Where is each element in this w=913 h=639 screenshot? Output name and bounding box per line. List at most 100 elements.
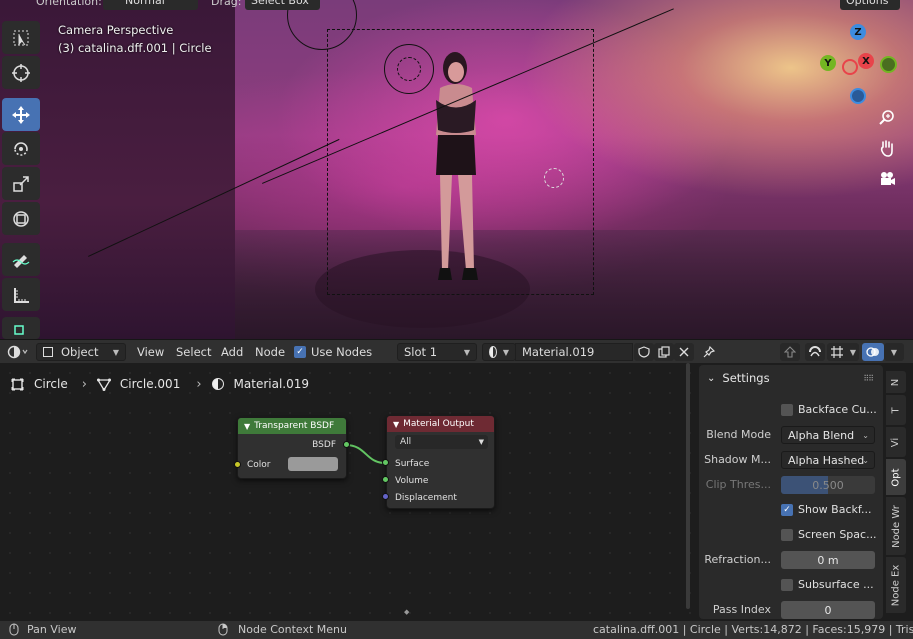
bsdf-output-label: BSDF [312,440,336,450]
chevron-down-icon: ▼ [463,347,470,357]
node-editor-icon [7,345,28,359]
subsurface-translucency-row[interactable]: Subsurface ... [781,578,874,591]
transform-tool[interactable] [2,202,40,235]
color-input-socket[interactable] [234,461,241,468]
shield-icon [638,346,650,358]
pan-view-button[interactable] [875,136,899,160]
color-input-label: Color [247,460,271,470]
shader-type-label: Object [61,345,99,359]
measure-tool[interactable] [2,278,40,311]
surface-input-socket[interactable] [382,459,389,466]
breadcrumb-object: Circle [11,377,68,391]
material-output-node[interactable]: ▼ Material Output All ▼ Surface Volume D… [386,415,495,509]
camera-view-button[interactable] [875,167,899,191]
node-canvas[interactable]: Circle › Circle.001 › Material.019 ▼ Tra… [0,363,697,621]
chevron-down-icon: ▼ [890,347,898,357]
menu-view[interactable]: View [137,343,164,361]
show-backface-row[interactable]: ✓ Show Backf... [781,503,871,516]
tab-n[interactable]: N [886,371,906,393]
scroll-down-indicator: ◆ [404,608,410,616]
measure-icon [14,287,29,303]
backface-culling-row[interactable]: Backface Cu... [781,403,877,416]
menu-select[interactable]: Select [176,343,211,361]
blend-mode-dropdown[interactable]: Alpha Blend ⌄ [781,426,875,444]
transform-icon [13,210,29,227]
clip-threshold-slider[interactable]: 0.500 [781,476,875,494]
snap-toggle-button[interactable] [805,343,825,361]
bsdf-output-socket[interactable] [343,441,350,448]
tab-node-export[interactable]: Node Ex [886,557,906,613]
cursor-tool[interactable] [2,56,40,89]
screen-space-refraction-row[interactable]: Screen Spac... [781,528,877,541]
material-browse-button[interactable]: ▼ [482,343,516,361]
gizmo-neg-z[interactable] [850,88,866,104]
gizmo-z-axis[interactable]: Z [850,24,866,40]
status-bar: Pan View Node Context Menu catalina.dff.… [0,621,913,639]
menu-add[interactable]: Add [221,343,243,361]
overlays-button[interactable] [862,343,884,361]
scale-tool[interactable] [2,167,40,200]
unlink-material-button[interactable] [674,343,694,361]
use-nodes-checkbox[interactable]: ✓ [294,346,306,358]
snap-element-dropdown[interactable]: ▼ [827,343,859,361]
chevron-down-icon: ⌄ [862,455,869,465]
editor-type-button[interactable] [4,343,32,361]
slot-dropdown[interactable]: Slot 1 ▼ [397,343,477,361]
options-dropdown[interactable]: Options [840,0,900,10]
material-output-node-header[interactable]: ▼ Material Output [387,416,494,432]
blend-mode-value: Alpha Blend [788,428,855,442]
show-backface-checkbox[interactable]: ✓ [781,503,793,516]
shadow-mode-dropdown[interactable]: Alpha Hashed ⌄ [781,451,875,469]
shader-type-dropdown[interactable]: Object ▼ [36,343,126,361]
gizmo-x-axis[interactable]: X [858,53,874,69]
screen-space-refraction-checkbox[interactable] [781,528,793,541]
pin-button[interactable] [699,343,719,361]
parent-node-tree-button[interactable] [780,343,800,361]
blend-mode-label: Blend Mode [706,428,771,441]
add-cube-tool[interactable] [2,317,40,339]
material-name-field[interactable]: Material.019 [515,343,633,361]
drag-dropdown[interactable]: Select Box [245,0,320,10]
output-target-dropdown[interactable]: All ▼ [395,435,488,449]
gizmo-neg-x[interactable] [842,59,858,75]
move-tool[interactable] [2,98,40,131]
3d-cursor[interactable] [544,168,564,188]
rotate-tool[interactable] [2,132,40,165]
node-link[interactable] [0,363,697,621]
collapse-arrow-icon[interactable]: ▼ [393,420,399,429]
material-sphere-icon [211,378,224,390]
annotate-tool[interactable] [2,243,40,276]
duplicate-material-button[interactable] [654,343,674,361]
fake-user-button[interactable] [634,343,654,361]
drag-handle-icon[interactable]: ⠿⠿ [863,374,874,383]
subsurface-translucency-checkbox[interactable] [781,578,793,591]
select-box-tool[interactable] [2,21,40,54]
tab-options-label: Opt [890,467,902,487]
gizmo-y-axis[interactable]: Y [820,55,836,71]
transparent-bsdf-node[interactable]: ▼ Transparent BSDF BSDF Color [237,417,347,479]
tab-t[interactable]: T [886,395,906,425]
pin-icon [703,346,715,358]
settings-panel-header[interactable]: ⌄ Settings ⠿⠿ [699,365,883,391]
collapse-arrow-icon[interactable]: ▼ [244,422,250,431]
zoom-view-button[interactable] [875,106,899,130]
gizmo-neg-y[interactable] [880,56,897,73]
object-icon [43,347,53,357]
color-swatch[interactable] [288,457,338,471]
pass-index-field[interactable]: 0 [781,601,875,619]
overlays-dropdown[interactable]: ▼ [884,343,904,361]
tab-options[interactable]: Opt [886,459,906,495]
refraction-depth-field[interactable]: 0 m [781,551,875,569]
canvas-scrollbar[interactable] [686,363,690,609]
backface-culling-checkbox[interactable] [781,403,793,416]
volume-input-socket[interactable] [382,476,389,483]
3d-viewport[interactable]: Camera Perspective (3) catalina.dff.001 … [0,0,913,339]
transparent-bsdf-node-header[interactable]: ▼ Transparent BSDF [238,418,346,434]
menu-node[interactable]: Node [255,343,285,361]
orientation-dropdown[interactable]: Normal [103,0,198,10]
tab-node-wrangler[interactable]: Node Wr [886,497,906,555]
displacement-input-socket[interactable] [382,493,389,500]
show-backface-label: Show Backf... [798,503,872,516]
use-nodes-toggle[interactable]: ✓ Use Nodes [294,343,372,361]
tab-view[interactable]: Vi [886,427,906,457]
